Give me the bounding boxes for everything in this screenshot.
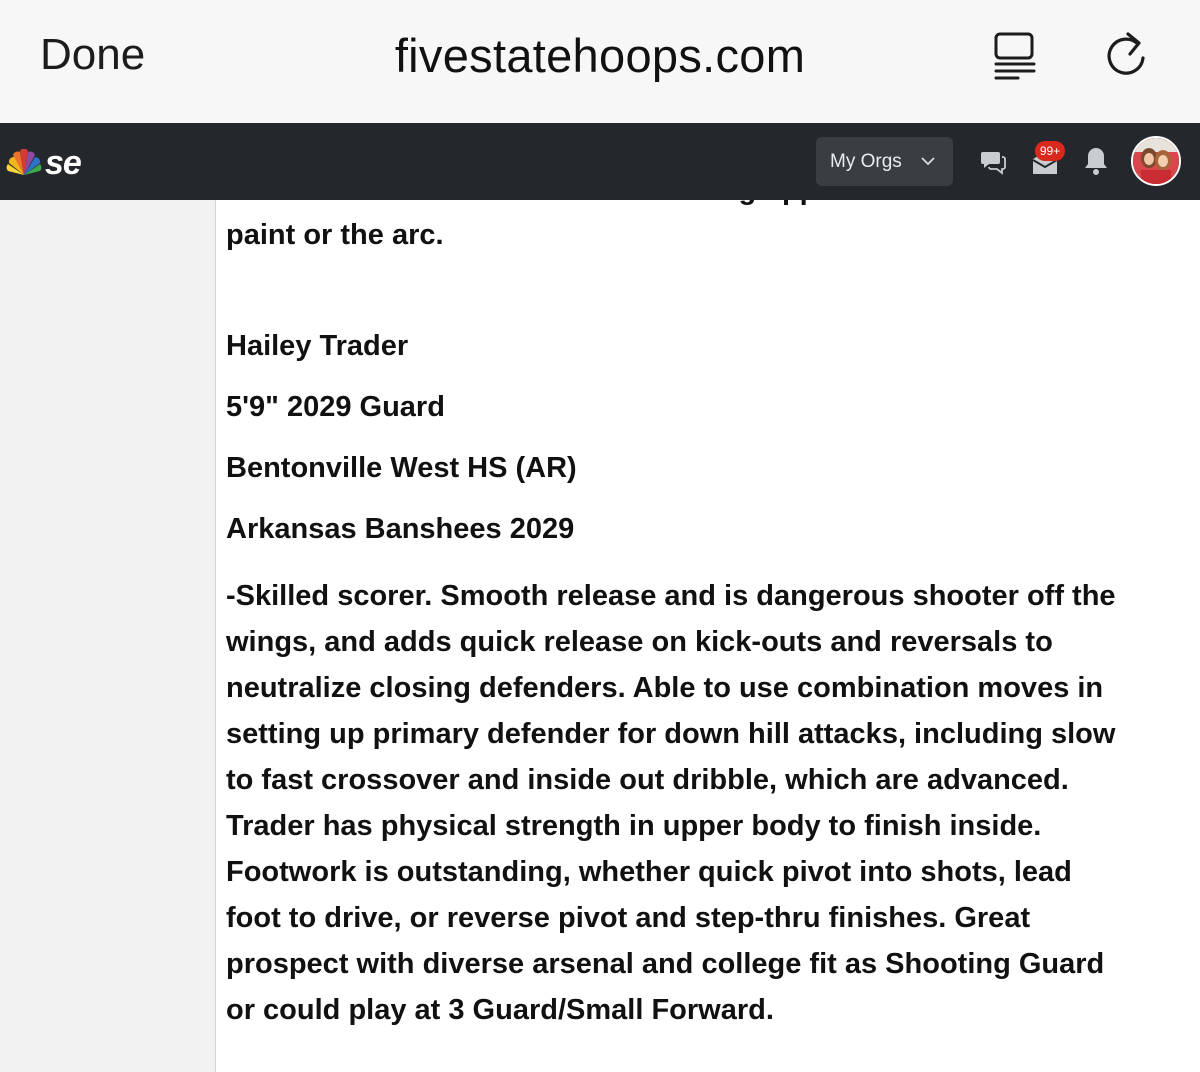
messages-count-badge: 99+ bbox=[1035, 141, 1065, 161]
player-description: -Skilled scorer. Smooth release and is d… bbox=[226, 573, 1186, 1033]
description-line: Footwork is outstanding, whether quick p… bbox=[226, 856, 1072, 888]
peacock-logo-icon bbox=[6, 149, 42, 175]
my-orgs-label: My Orgs bbox=[830, 150, 902, 172]
player-team: Arkansas Banshees 2029 bbox=[226, 513, 575, 545]
description-line: wings, and adds quick release on kick-ou… bbox=[226, 626, 1053, 658]
user-avatar[interactable] bbox=[1131, 136, 1181, 186]
bell-icon[interactable] bbox=[1082, 145, 1110, 177]
description-line: Trader has physical strength in upper bo… bbox=[226, 810, 1042, 842]
site-nav-bar: se My Orgs bbox=[0, 123, 1200, 200]
description-line: -Skilled scorer. Smooth release and is d… bbox=[226, 580, 1116, 612]
description-line: prospect with diverse arsenal and colleg… bbox=[226, 948, 1105, 980]
chevron-down-icon bbox=[921, 157, 935, 166]
player-school: Bentonville West HS (AR) bbox=[226, 452, 577, 484]
reader-view-icon[interactable] bbox=[990, 30, 1042, 82]
description-line: or could play at 3 Guard/Small Forward. bbox=[226, 994, 774, 1026]
description-line: to fast crossover and inside out dribble… bbox=[226, 764, 1069, 796]
my-orgs-dropdown[interactable]: My Orgs bbox=[816, 137, 953, 186]
description-line: neutralize closing defenders. Able to us… bbox=[226, 672, 1104, 704]
article-text: paint or the arc. bbox=[226, 219, 444, 251]
reload-icon[interactable] bbox=[1100, 26, 1152, 82]
player-measurables: 5'9" 2029 Guard bbox=[226, 391, 445, 423]
avatar-photo bbox=[1133, 138, 1179, 184]
player-name: Hailey Trader bbox=[226, 330, 409, 362]
chat-icon[interactable] bbox=[978, 146, 1008, 176]
description-line: foot to drive, or reverse pivot and step… bbox=[226, 902, 1031, 934]
description-line: setting up primary defender for down hil… bbox=[226, 718, 1116, 750]
logo-text: se bbox=[45, 143, 82, 182]
browser-toolbar: Done fivestatehoops.com bbox=[0, 0, 1200, 123]
site-logo[interactable]: se bbox=[5, 143, 82, 183]
